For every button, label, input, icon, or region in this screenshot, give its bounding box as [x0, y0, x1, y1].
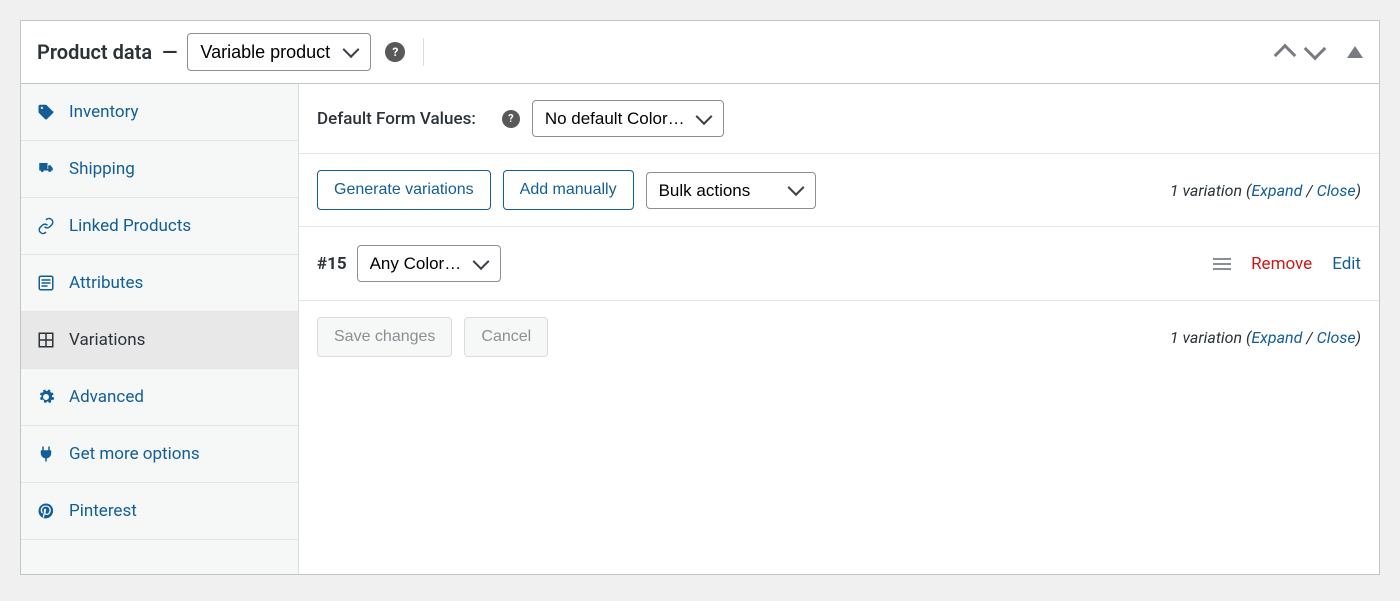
- sidebar-item-attributes[interactable]: Attributes: [21, 255, 298, 312]
- collapse-panel-icon[interactable]: [1347, 46, 1363, 58]
- sidebar-item-advanced[interactable]: Advanced: [21, 369, 298, 426]
- sidebar-item-inventory[interactable]: Inventory: [21, 84, 298, 141]
- drag-handle-icon[interactable]: [1213, 258, 1231, 270]
- truck-icon: [37, 160, 55, 178]
- product-type-select[interactable]: Variable product: [187, 33, 371, 71]
- help-icon[interactable]: ?: [502, 110, 520, 128]
- remove-link[interactable]: Remove: [1251, 254, 1312, 274]
- header-divider: [423, 38, 424, 66]
- cancel-button[interactable]: Cancel: [464, 317, 548, 357]
- variation-count-bottom: 1 variation (Expand / Close): [1170, 328, 1361, 347]
- sidebar-item-get-more-options[interactable]: Get more options: [21, 426, 298, 483]
- sidebar-item-shipping[interactable]: Shipping: [21, 141, 298, 198]
- close-link[interactable]: Close: [1317, 181, 1356, 200]
- tag-icon: [37, 103, 55, 121]
- variations-toolbar: Generate variations Add manually Bulk ac…: [299, 154, 1379, 227]
- generate-variations-button[interactable]: Generate variations: [317, 170, 491, 210]
- link-icon: [37, 217, 55, 235]
- panel-header: Product data — Variable product ?: [21, 21, 1379, 84]
- chevron-up-icon[interactable]: [1274, 44, 1297, 67]
- default-form-select[interactable]: No default Color…: [532, 100, 724, 137]
- list-icon: [37, 274, 55, 292]
- close-link[interactable]: Close: [1317, 328, 1356, 347]
- save-changes-button[interactable]: Save changes: [317, 317, 452, 357]
- panel-title: Product data: [37, 40, 152, 64]
- title-dash: —: [162, 40, 177, 64]
- expand-link[interactable]: Expand: [1251, 328, 1302, 347]
- sidebar-item-pinterest[interactable]: Pinterest: [21, 483, 298, 540]
- sidebar-item-label: Shipping: [69, 159, 135, 179]
- help-icon[interactable]: ?: [385, 42, 405, 62]
- content-area: Default Form Values: ? No default Color……: [299, 84, 1379, 574]
- gear-icon: [37, 388, 55, 406]
- variation-actions: Remove Edit: [1213, 254, 1361, 274]
- sidebar-item-variations[interactable]: Variations: [21, 312, 298, 369]
- bulk-actions-select[interactable]: Bulk actions: [646, 172, 816, 209]
- sidebar-item-label: Get more options: [69, 444, 200, 464]
- edit-link[interactable]: Edit: [1332, 254, 1361, 274]
- sidebar-item-label: Advanced: [69, 387, 144, 407]
- variation-count-top: 1 variation (Expand / Close): [1170, 181, 1361, 200]
- pinterest-icon: [37, 502, 55, 520]
- product-data-panel: Product data — Variable product ? Invent…: [20, 20, 1380, 575]
- panel-body: Inventory Shipping Linked Products Attri…: [21, 84, 1379, 574]
- default-form-values-row: Default Form Values: ? No default Color…: [299, 84, 1379, 154]
- expand-link[interactable]: Expand: [1251, 181, 1302, 200]
- default-form-values-label: Default Form Values:: [317, 109, 476, 129]
- add-manually-button[interactable]: Add manually: [503, 170, 634, 210]
- sidebar-item-label: Linked Products: [69, 216, 191, 236]
- sidebar-item-label: Inventory: [69, 102, 139, 122]
- sidebar: Inventory Shipping Linked Products Attri…: [21, 84, 299, 574]
- variation-row: #15 Any Color… Remove Edit: [299, 227, 1379, 301]
- sidebar-item-label: Pinterest: [69, 501, 137, 521]
- variations-footer: Save changes Cancel 1 variation (Expand …: [299, 301, 1379, 373]
- plug-icon: [37, 445, 55, 463]
- sidebar-item-linked-products[interactable]: Linked Products: [21, 198, 298, 255]
- grid-icon: [37, 331, 55, 349]
- panel-header-controls: [1277, 41, 1363, 63]
- sidebar-item-label: Variations: [69, 330, 145, 350]
- variation-attribute-select[interactable]: Any Color…: [357, 245, 501, 282]
- variation-id: #15: [317, 254, 347, 274]
- chevron-down-icon[interactable]: [1304, 38, 1327, 61]
- sidebar-item-label: Attributes: [69, 273, 143, 293]
